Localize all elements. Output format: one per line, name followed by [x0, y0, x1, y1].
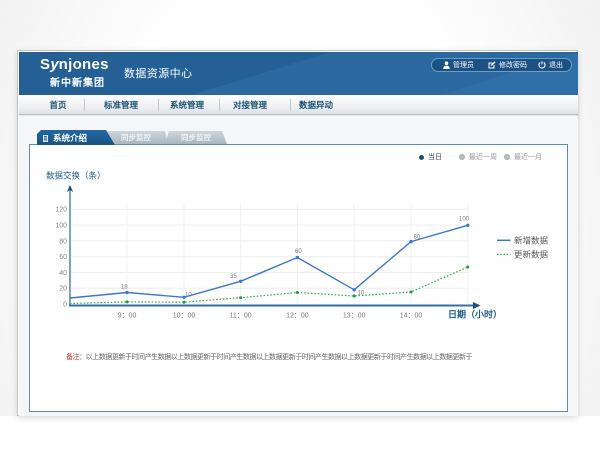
svg-text:40: 40 — [59, 270, 67, 277]
svg-text:80: 80 — [59, 238, 67, 245]
svg-text:60: 60 — [295, 249, 302, 255]
svg-text:20: 20 — [59, 286, 67, 293]
svg-text:120: 120 — [55, 207, 67, 214]
svg-text:9：00: 9：00 — [118, 313, 137, 320]
svg-text:10：00: 10：00 — [173, 313, 196, 320]
svg-text:18: 18 — [121, 285, 128, 291]
svg-text:0: 0 — [63, 302, 67, 309]
svg-text:10: 10 — [185, 293, 192, 299]
svg-text:10: 10 — [358, 291, 365, 297]
svg-text:日期（小时）: 日期（小时） — [448, 309, 502, 320]
svg-text:35: 35 — [230, 274, 237, 280]
svg-text:数据交换（条）: 数据交换（条） — [46, 171, 106, 181]
svg-text:80: 80 — [414, 235, 421, 241]
svg-text:12：00: 12：00 — [286, 313, 309, 320]
svg-text:13：00: 13：00 — [343, 313, 366, 320]
svg-text:100: 100 — [459, 217, 470, 223]
svg-text:60: 60 — [59, 254, 67, 261]
svg-text:14：00: 14：00 — [400, 313, 423, 320]
svg-text:更新数据: 更新数据 — [514, 249, 549, 259]
svg-text:100: 100 — [55, 223, 67, 230]
svg-text:11：00: 11：00 — [230, 313, 252, 320]
svg-text:新增数据: 新增数据 — [514, 235, 549, 245]
